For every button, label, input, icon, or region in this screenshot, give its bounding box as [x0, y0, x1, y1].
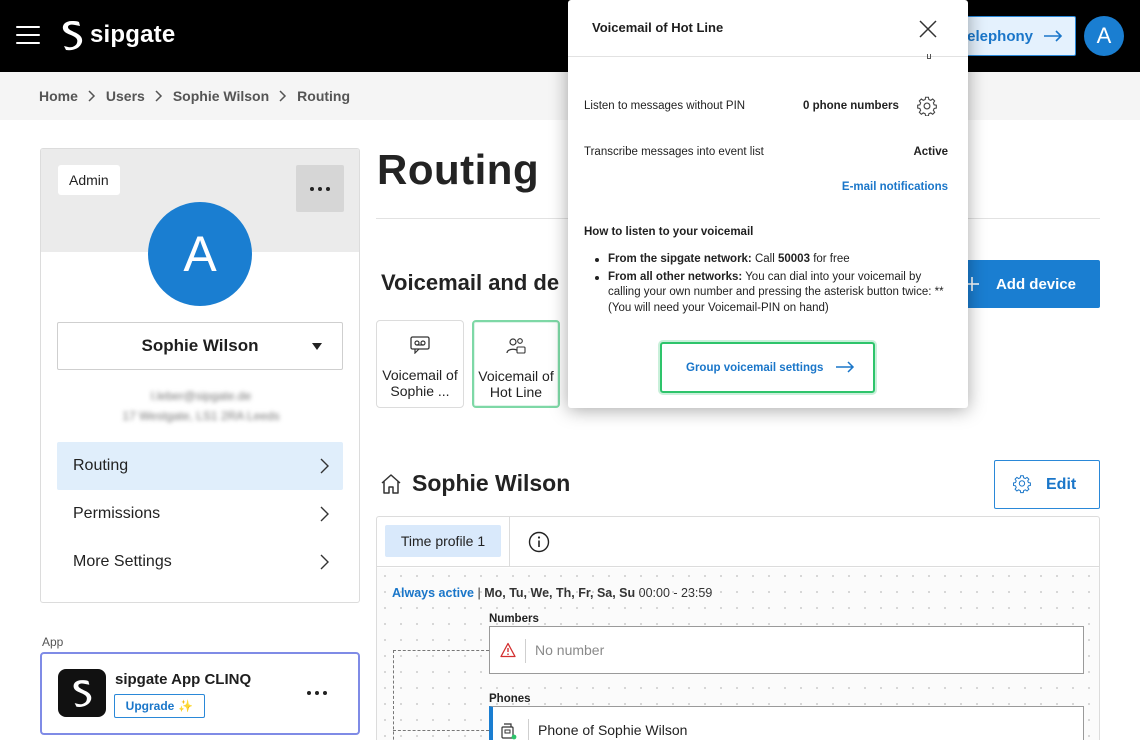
group-voicemail-settings-button[interactable]: Group voicemail settings [660, 342, 875, 393]
how-to-listen-list: From the sipgate network: Call 50003 for… [584, 252, 948, 318]
scroll-indicator [927, 54, 931, 59]
transcribe-label: Transcribe messages into event list [584, 146, 764, 158]
menu-icon[interactable] [16, 26, 40, 44]
schedule-line: Always active | Mo, Tu, We, Th, Fr, Sa, … [392, 586, 712, 600]
add-device-button[interactable]: Add device [950, 260, 1100, 308]
clinq-app-icon [58, 669, 106, 717]
chevron-right-icon [279, 90, 287, 102]
arrow-right-icon [1044, 30, 1063, 42]
connector-line [393, 650, 394, 740]
sipgate-logo[interactable]: sipgate [60, 19, 175, 51]
brand-name: sipgate [90, 21, 176, 48]
voicemail-section-title: Voicemail and de [381, 270, 560, 295]
popup-title: Voicemail of Hot Line [592, 20, 724, 35]
upgrade-button[interactable]: Upgrade ✨ [114, 694, 205, 718]
schedule-time: 00:00 - 23:59 [638, 586, 713, 600]
listen-value: 0 phone numbers [803, 100, 899, 112]
voicemail-tile-label: Voicemail of Sophie ... [382, 367, 458, 399]
user-select[interactable]: Sophie Wilson [57, 322, 343, 370]
nav-item-routing[interactable]: Routing [57, 442, 343, 490]
nav-item-more-settings[interactable]: More Settings [57, 538, 343, 586]
app-more-button[interactable] [307, 691, 327, 695]
chevron-right-icon [88, 90, 96, 102]
divider [509, 517, 510, 567]
desk-phone-icon [501, 723, 517, 740]
role-badge: Admin [58, 165, 120, 195]
connector-line [393, 730, 489, 731]
gear-icon[interactable] [917, 96, 937, 116]
email-notifications-link[interactable]: E-mail notifications [842, 181, 948, 193]
chevron-right-icon [155, 90, 163, 102]
connector-line [393, 650, 489, 651]
listen-label: Listen to messages without PIN [584, 100, 746, 112]
edit-label: Edit [1046, 475, 1077, 493]
account-avatar[interactable]: A [1084, 16, 1124, 56]
transcribe-value: Active [913, 146, 948, 158]
breadcrumb-current: Routing [297, 88, 351, 104]
group-settings-label: Group voicemail settings [686, 361, 824, 374]
tab-time-profile-1[interactable]: Time profile 1 [385, 525, 501, 557]
close-icon[interactable] [918, 19, 938, 39]
user-heading-name: Sophie Wilson [412, 470, 571, 496]
phones-label: Phones [489, 693, 531, 705]
routing-canvas: Always active | Mo, Tu, We, Th, Fr, Sa, … [377, 568, 1099, 740]
nav-item-label: More Settings [73, 553, 172, 570]
popup-header: Voicemail of Hot Line [568, 0, 968, 57]
upgrade-label: Upgrade [125, 699, 175, 713]
phone-value: Phone of Sophie Wilson [538, 722, 688, 738]
breadcrumb: Home Users Sophie Wilson Routing [39, 88, 350, 104]
gear-icon [1013, 474, 1031, 493]
user-card: Admin A Sophie Wilson l.leber@sipgate.de… [40, 148, 360, 603]
page-title: Routing [377, 146, 540, 193]
numbers-label: Numbers [489, 613, 539, 625]
time-profile-tabs: Time profile 1 [377, 517, 1099, 567]
voicemail-icon [410, 336, 430, 355]
schedule-days: Mo, Tu, We, Th, Fr, Sa, Su [484, 586, 636, 600]
list-item: From all other networks: You can dial in… [584, 270, 948, 317]
app-name: sipgate App CLINQ [115, 671, 252, 688]
voicemail-tile-sophie[interactable]: Voicemail of Sophie ... [376, 320, 464, 408]
breadcrumb-user[interactable]: Sophie Wilson [173, 88, 269, 104]
chevron-right-icon [320, 554, 329, 570]
nav-item-permissions[interactable]: Permissions [57, 490, 343, 538]
app-section-label: App [42, 635, 64, 649]
group-voicemail-icon [506, 338, 526, 354]
voicemail-popup: Voicemail of Hot Line Listen to messages… [568, 0, 968, 408]
warning-icon [500, 642, 516, 658]
telephony-label: elephony [967, 27, 1033, 45]
how-to-listen-title: How to listen to your voicemail [584, 226, 754, 238]
list-item: From the sipgate network: Call 50003 for… [584, 252, 948, 268]
phone-field[interactable]: Phone of Sophie Wilson [489, 706, 1084, 740]
listen-without-pin-row: Listen to messages without PIN 0 phone n… [584, 100, 948, 112]
numbers-field[interactable]: No number [489, 626, 1084, 674]
edit-button[interactable]: Edit [994, 460, 1100, 509]
user-address: 17 Westgate, LS1 2RA Leeds [122, 409, 280, 423]
user-routing-heading: Sophie Wilson [380, 470, 570, 497]
home-icon [381, 473, 401, 494]
voicemail-tile-label: Voicemail of Hot Line [478, 368, 554, 400]
chevron-right-icon [320, 506, 329, 522]
arrow-right-icon [836, 361, 855, 373]
always-active-link[interactable]: Always active [392, 586, 474, 600]
selected-user-name: Sophie Wilson [141, 336, 259, 355]
nav-item-label: Routing [73, 457, 129, 474]
user-email: l.leber@sipgate.de [150, 389, 252, 403]
nav-item-label: Permissions [73, 505, 161, 522]
add-device-label: Add device [995, 275, 1076, 293]
user-more-button[interactable] [296, 165, 344, 212]
sparkle-icon: ✨ [178, 699, 194, 713]
info-icon[interactable] [528, 531, 550, 553]
voicemail-tile-hot-line[interactable]: Voicemail of Hot Line [472, 320, 560, 408]
breadcrumb-home[interactable]: Home [39, 88, 78, 104]
caret-down-icon [312, 343, 322, 350]
sipgate-logo-mark [62, 21, 83, 51]
breadcrumb-users[interactable]: Users [106, 88, 145, 104]
more-dots-icon [310, 186, 330, 191]
numbers-placeholder: No number [535, 642, 605, 658]
time-profile-panel: Time profile 1 Always active | Mo, Tu, W… [376, 516, 1100, 740]
transcribe-row: Transcribe messages into event list Acti… [584, 146, 948, 158]
app-card: sipgate App CLINQ Upgrade ✨ [40, 652, 360, 735]
chevron-right-icon [320, 458, 329, 474]
user-avatar: A [148, 202, 252, 306]
